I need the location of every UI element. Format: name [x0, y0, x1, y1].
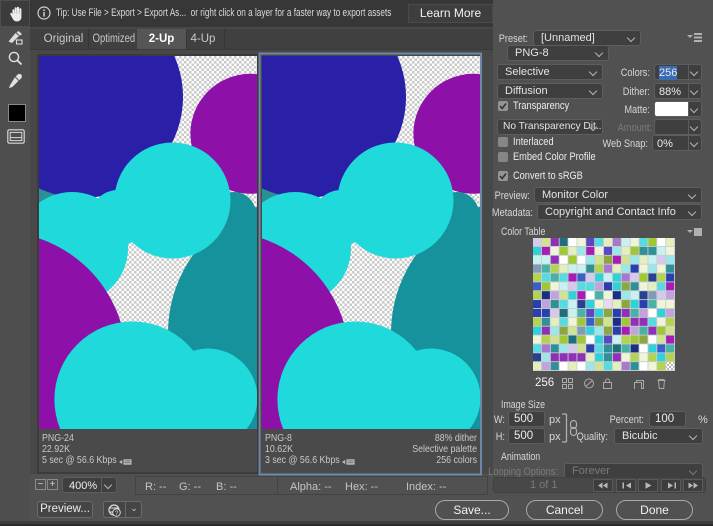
svg-text:?: ? [115, 510, 119, 517]
